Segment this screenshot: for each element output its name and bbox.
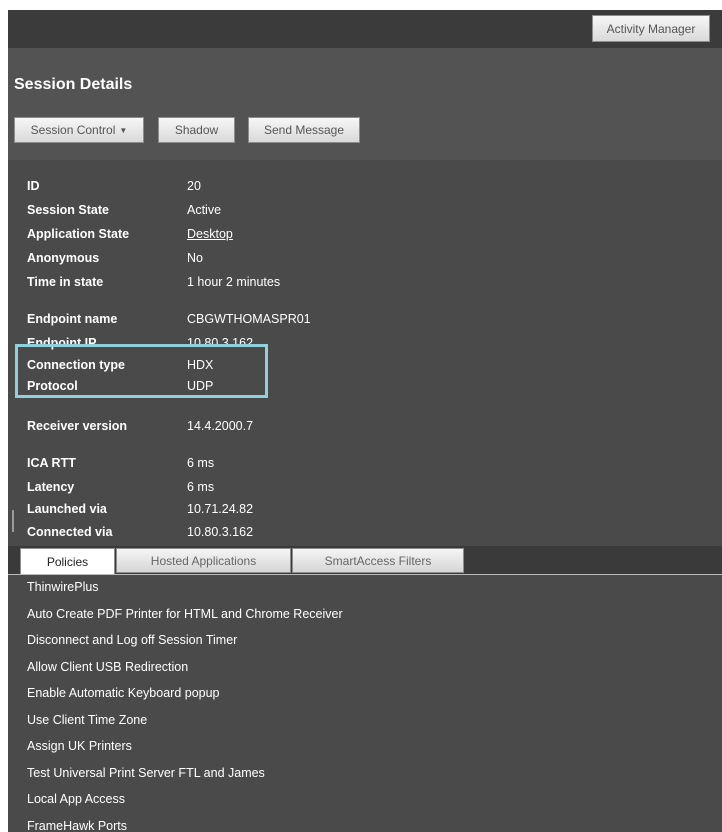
detail-value: 14.4.2000.7 — [187, 419, 254, 433]
top-toolbar: Activity Manager — [8, 10, 722, 48]
detail-value: 10.71.24.82 — [187, 502, 254, 516]
detail-value: CBGWTHOMASPR01 — [187, 312, 311, 326]
details-tabs: Policies Hosted Applications SmartAccess… — [8, 546, 722, 575]
detail-value: 20 — [187, 179, 201, 193]
detail-label: Time in state — [27, 275, 104, 289]
detail-value: 1 hour 2 minutes — [187, 275, 281, 289]
list-item: ThinwirePlus — [27, 580, 99, 594]
detail-label: ICA RTT — [27, 456, 76, 470]
divider — [12, 510, 14, 532]
detail-label: Launched via — [27, 502, 107, 516]
detail-value: 6 ms — [187, 456, 215, 470]
tab-smartaccess-filters[interactable]: SmartAccess Filters — [292, 548, 464, 573]
chevron-down-icon: ▼ — [119, 125, 128, 135]
tab-policies[interactable]: Policies — [20, 548, 115, 574]
detail-label: Connected via — [27, 525, 113, 539]
detail-label: Session State — [27, 203, 109, 217]
detail-label: ID — [27, 179, 40, 193]
list-item: Disconnect and Log off Session Timer — [27, 633, 238, 647]
connection-highlight-box — [15, 344, 268, 398]
detail-label: Endpoint name — [27, 312, 118, 326]
list-item: Enable Automatic Keyboard popup — [27, 686, 220, 700]
list-item: Test Universal Print Server FTL and Jame… — [27, 766, 265, 780]
send-message-button[interactable]: Send Message — [248, 117, 360, 143]
list-item: Local App Access — [27, 792, 125, 806]
detail-label: Latency — [27, 480, 75, 494]
session-details-panel: Activity Manager Session Details Session… — [8, 10, 722, 832]
list-item: Assign UK Printers — [27, 739, 132, 753]
detail-label: Anonymous — [27, 251, 100, 265]
list-item: Allow Client USB Redirection — [27, 660, 189, 674]
session-control-label: Session Control — [30, 123, 116, 137]
application-state-link[interactable]: Desktop — [187, 227, 233, 241]
detail-value: Active — [187, 203, 222, 217]
title-area — [8, 48, 722, 160]
session-control-button[interactable]: Session Control ▼ — [14, 117, 144, 143]
detail-label: Receiver version — [27, 419, 128, 433]
shadow-button[interactable]: Shadow — [158, 117, 235, 143]
detail-value: No — [187, 251, 203, 265]
list-item: FrameHawk Ports — [27, 819, 128, 832]
list-item: Auto Create PDF Printer for HTML and Chr… — [27, 607, 343, 621]
activity-manager-button[interactable]: Activity Manager — [592, 15, 710, 42]
detail-value: 6 ms — [187, 480, 215, 494]
tab-hosted-applications[interactable]: Hosted Applications — [116, 548, 291, 573]
page-title: Session Details — [14, 76, 133, 93]
detail-value: 10.80.3.162 — [187, 525, 254, 539]
detail-label: Application State — [27, 227, 130, 241]
list-item: Use Client Time Zone — [27, 713, 148, 727]
